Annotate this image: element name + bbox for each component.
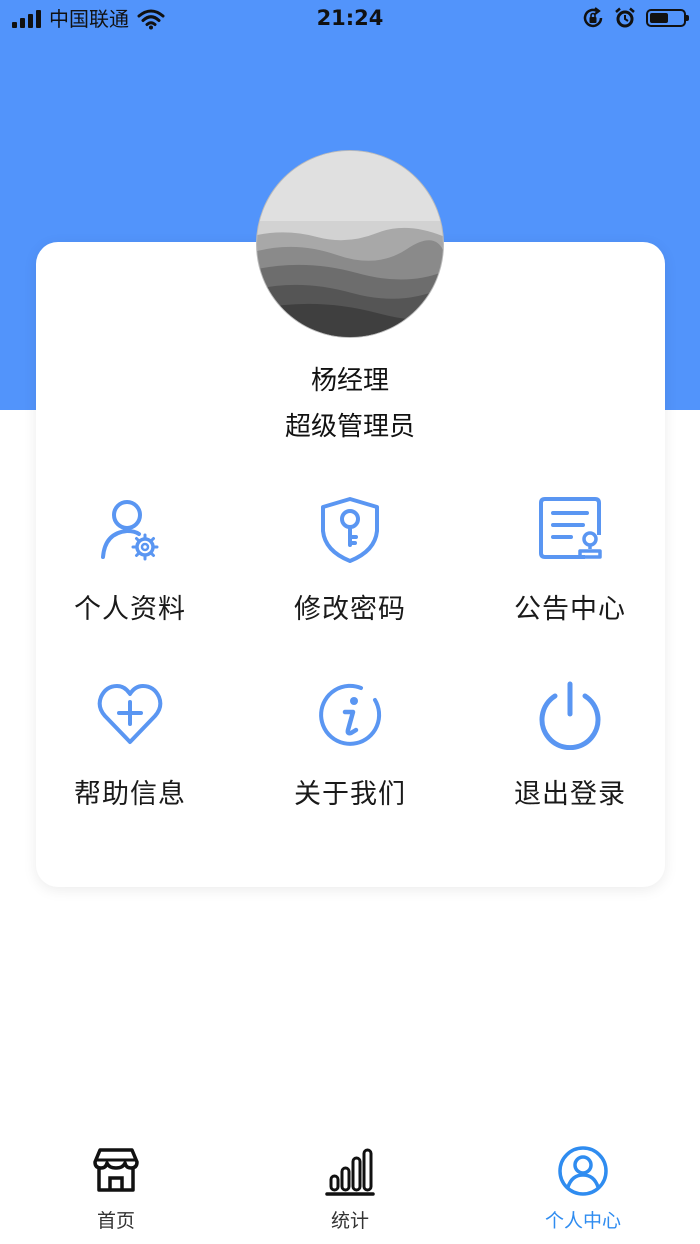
tab-statistics[interactable]: 统计 [280,1146,420,1233]
battery-icon [646,9,689,27]
menu-label: 关于我们 [294,779,406,810]
menu-item-change-password[interactable]: 修改密码 [240,495,460,645]
menu-label: 个人资料 [74,594,186,625]
menu-item-profile[interactable]: 个人资料 [20,495,240,645]
tab-label: 首页 [96,1210,135,1232]
alarm-icon [615,7,635,28]
menu-label: 修改密码 [294,594,406,625]
status-right [582,7,689,29]
avatar[interactable] [256,150,444,338]
bar-chart-icon [325,1148,375,1196]
menu-label: 公告中心 [514,594,626,625]
power-icon [539,681,601,750]
battery-fill [650,13,668,23]
tab-label: 统计 [330,1210,369,1232]
user-role: 超级管理员 [284,412,415,442]
user-settings-icon [101,500,159,561]
menu-item-about-us[interactable]: 关于我们 [240,680,460,830]
status-bar: 中国联通 21:24 [0,0,700,40]
menu-label: 帮助信息 [74,779,186,810]
notice-board-icon [539,497,602,559]
rotation-lock-icon [583,7,603,28]
menu-item-notice-center[interactable]: 公告中心 [460,495,680,645]
tab-label: 个人中心 [544,1210,621,1232]
tab-personal-center[interactable]: 个人中心 [513,1146,653,1233]
info-icon [319,683,382,746]
menu-label: 退出登录 [514,779,626,810]
store-icon [93,1148,139,1192]
menu-item-help[interactable]: 帮助信息 [20,680,240,830]
avatar-image [257,151,443,337]
tab-bar: 首页 统计 个人中心 [0,1130,700,1244]
heart-plus-icon [97,684,163,744]
shield-key-icon [321,497,379,563]
menu-item-logout[interactable]: 退出登录 [460,680,680,830]
user-name: 杨经理 [310,366,389,396]
person-circle-icon [558,1146,608,1196]
tab-home[interactable]: 首页 [46,1146,186,1233]
